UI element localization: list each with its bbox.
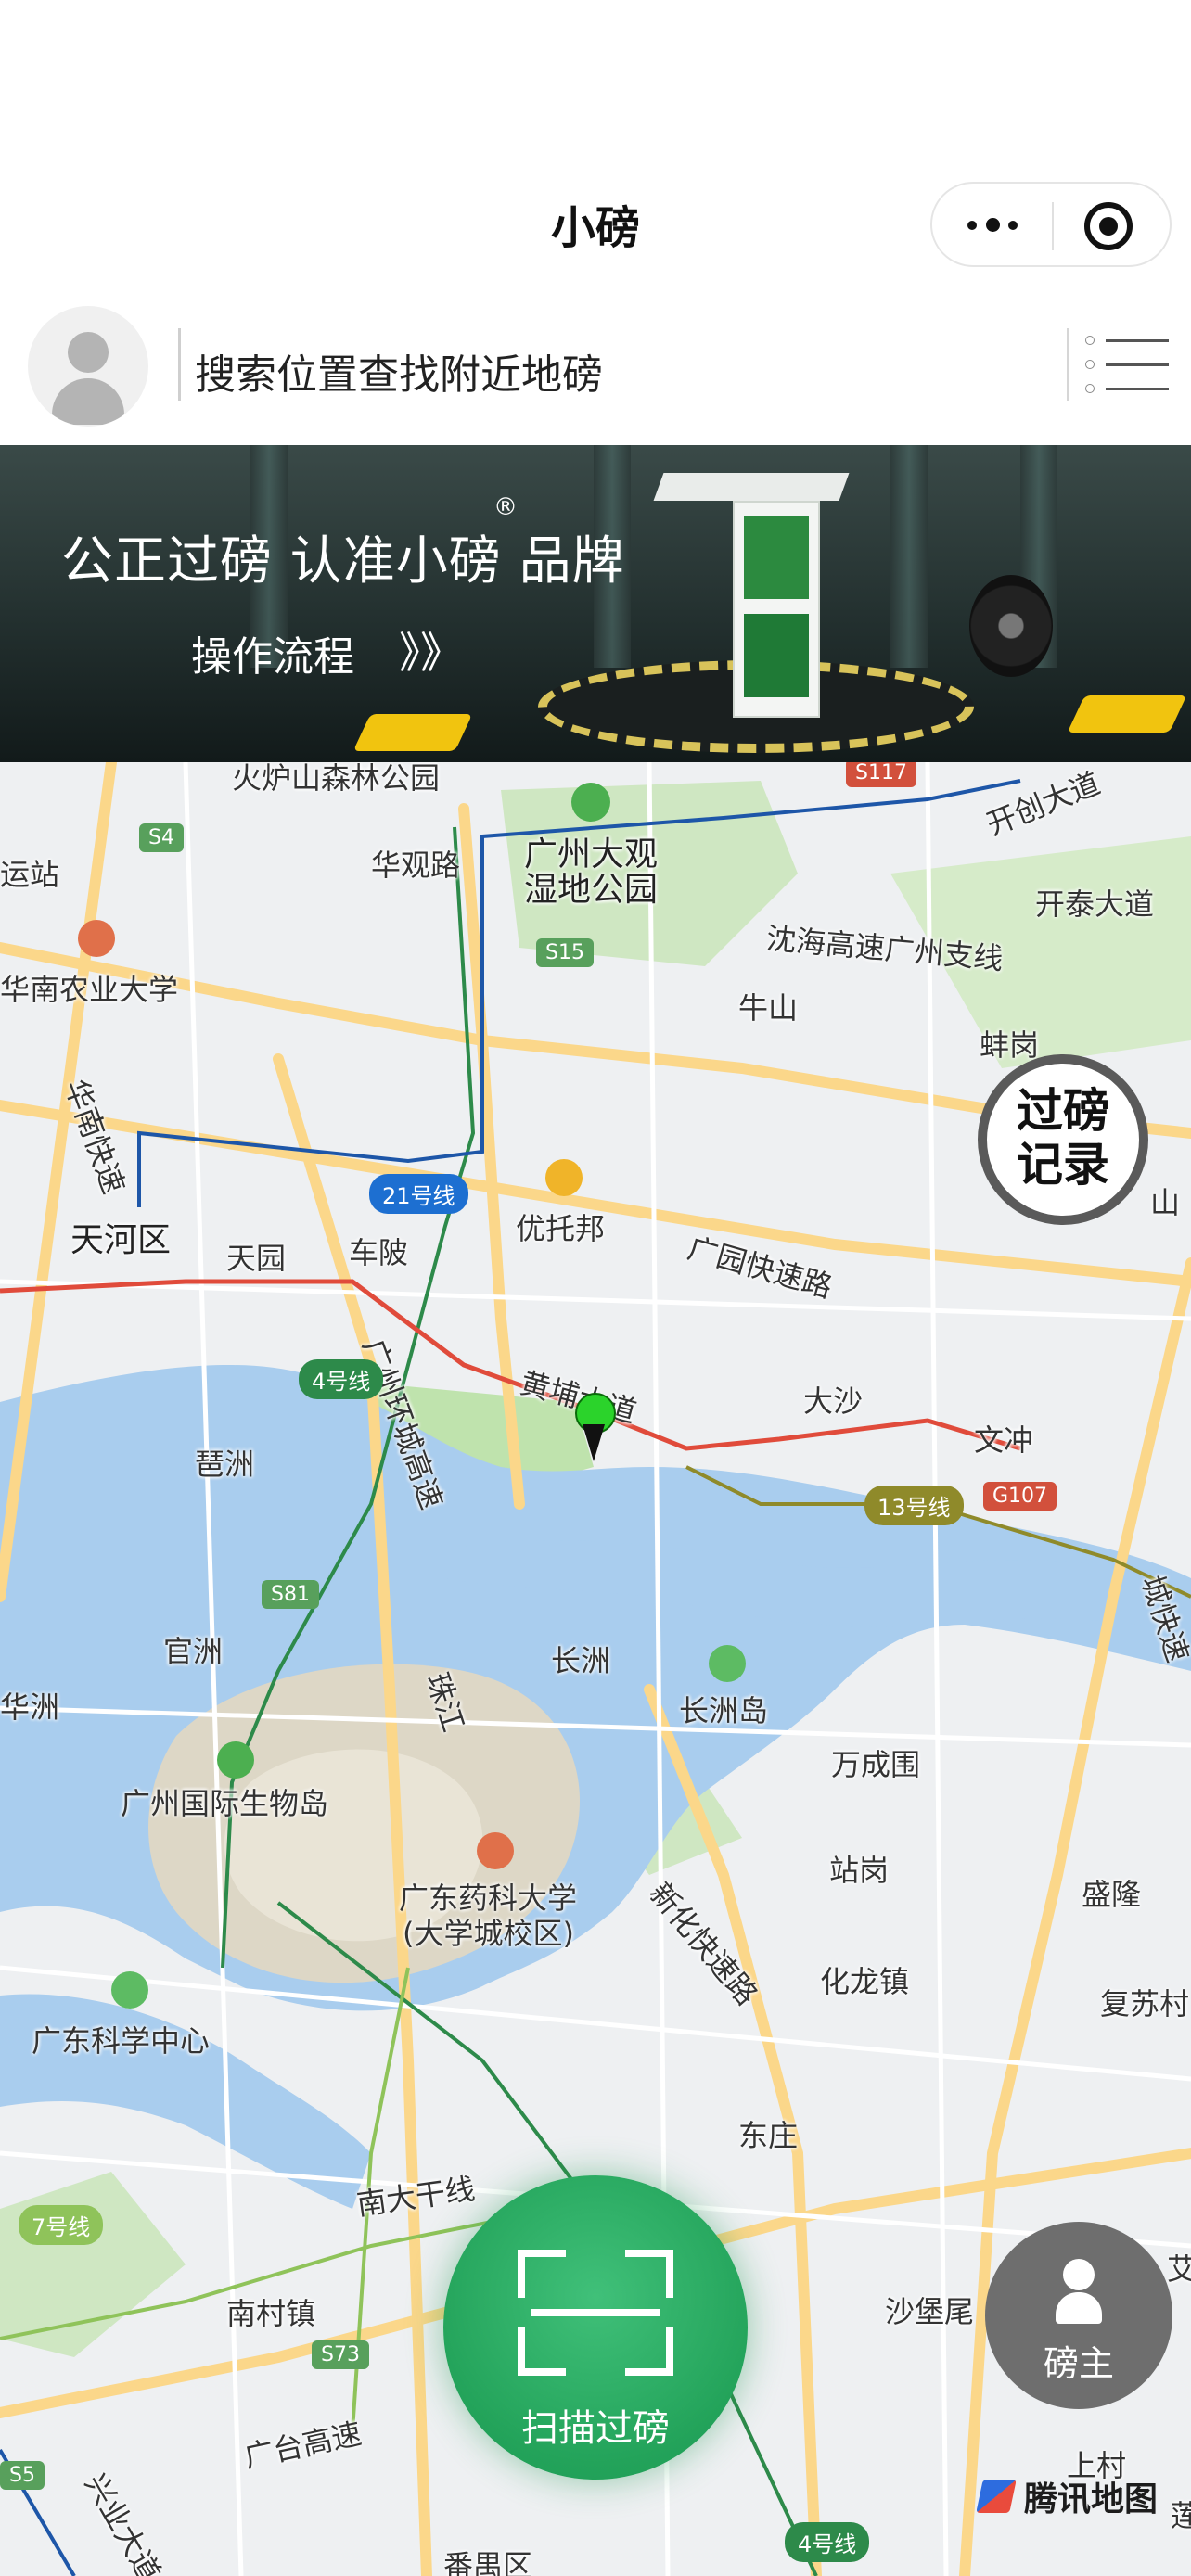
map-label: 琶洲: [195, 1447, 255, 1482]
map-label: 开泰大道: [1035, 886, 1155, 922]
kiosk-roof-image: [653, 473, 850, 501]
metro-badge: 13号线: [864, 1486, 964, 1525]
scan-weigh-button[interactable]: 扫描过磅: [443, 2175, 748, 2480]
record-label-line1: 过磅: [1017, 1084, 1109, 1138]
map-label: 莲: [1171, 2498, 1191, 2533]
map-label: 山: [1150, 1185, 1181, 1220]
tire-image: [969, 575, 1053, 677]
map-label: 长洲岛: [679, 1693, 769, 1728]
map-label: 沙堡尾: [885, 2294, 975, 2329]
map-label: (大学城校区): [403, 1916, 574, 1951]
map-label: 湿地公园: [524, 871, 659, 909]
metro-badge: 21号线: [369, 1174, 468, 1214]
map-label: 番禺区: [443, 2548, 533, 2576]
map-label: 艾: [1167, 2251, 1191, 2287]
road-badge: S15: [536, 938, 594, 967]
road-badge: S5: [0, 2461, 45, 2490]
map-label: 站岗: [829, 1853, 890, 1888]
road-badge: S73: [312, 2340, 369, 2369]
scenic-icon: [111, 1971, 148, 2009]
road-badge: G107: [983, 1482, 1057, 1511]
map-label: 官洲: [163, 1634, 224, 1669]
park-icon: [217, 1741, 254, 1779]
map-label: 万成围: [831, 1747, 921, 1782]
shopping-icon: [545, 1159, 583, 1196]
scenic-icon: [709, 1645, 746, 1682]
scan-frame-icon: [518, 2250, 673, 2376]
map-label: 车陂: [349, 1235, 409, 1270]
process-arrows: 》》: [399, 628, 463, 678]
search-divider: [178, 328, 181, 401]
metro-badge: 4号线: [785, 2522, 870, 2562]
map-label: 天园: [226, 1241, 287, 1276]
map-label: 复苏村: [1100, 1986, 1190, 2021]
weigh-record-button[interactable]: 过磅 记录: [978, 1054, 1148, 1225]
map-label: 文冲: [974, 1422, 1034, 1458]
map-label: 华南农业大学: [0, 972, 179, 1007]
tencent-map-logo-icon: [976, 2480, 1017, 2513]
search-input[interactable]: 搜索位置查找附近地磅: [176, 325, 1169, 408]
scale-owner-button[interactable]: 磅主: [985, 2222, 1172, 2409]
map-label: 东庄: [738, 2118, 799, 2153]
search-placeholder: 搜索位置查找附近地磅: [195, 351, 603, 399]
capsule-divider: [1052, 202, 1054, 250]
map-label: 大沙: [803, 1384, 864, 1419]
map-label: 广州国际生物岛: [121, 1786, 329, 1821]
attribution-text: 腾讯地图: [1024, 2480, 1159, 2519]
target-circle-icon[interactable]: [1084, 202, 1133, 250]
banner-slogan: 公正过磅 认准小磅 品牌: [61, 531, 625, 592]
map-label: 运站: [0, 857, 60, 892]
map-label: 蚌岗: [980, 1027, 1040, 1063]
user-avatar-icon[interactable]: [28, 306, 148, 427]
school-icon: [477, 1832, 514, 1869]
registered-mark: ®: [493, 493, 518, 521]
headset-user-icon: [1056, 2259, 1102, 2324]
road-badge: S117: [846, 762, 916, 787]
road-badge: S4: [139, 823, 184, 852]
process-link[interactable]: 操作流程: [191, 623, 354, 682]
map-label: 优托邦: [516, 1211, 606, 1246]
owner-label: 磅主: [1043, 2343, 1114, 2384]
road-badge: S81: [262, 1580, 319, 1609]
map-label: 华观路: [371, 848, 461, 883]
metro-badge: 7号线: [19, 2205, 104, 2245]
record-label-line2: 记录: [1017, 1138, 1109, 1192]
map-label: 长洲: [551, 1643, 611, 1678]
metro-badge: 4号线: [299, 1359, 384, 1399]
list-menu-icon[interactable]: [1067, 325, 1169, 404]
kiosk-image: [733, 501, 820, 718]
school-icon: [78, 920, 115, 957]
location-pin-icon[interactable]: [575, 1393, 616, 1476]
map-label: 天河区: [70, 1221, 172, 1259]
park-icon: [571, 783, 610, 822]
mini-program-capsule: [930, 182, 1172, 267]
map-label: 牛山: [738, 990, 799, 1026]
promo-banner[interactable]: 公正过磅 认准小磅 品牌 ® 操作流程 》》: [0, 445, 1191, 762]
map-label: 盛隆: [1082, 1877, 1142, 1912]
map-label: 华洲: [0, 1690, 60, 1725]
map-label: 化龙镇: [820, 1964, 910, 1999]
scan-label: 扫描过磅: [521, 2407, 670, 2450]
more-dots-icon[interactable]: [964, 211, 1023, 239]
map-label: 火炉山森林公园: [232, 762, 441, 796]
map-label: 广东科学中心: [32, 2023, 211, 2059]
map-label: 南村镇: [226, 2296, 316, 2331]
